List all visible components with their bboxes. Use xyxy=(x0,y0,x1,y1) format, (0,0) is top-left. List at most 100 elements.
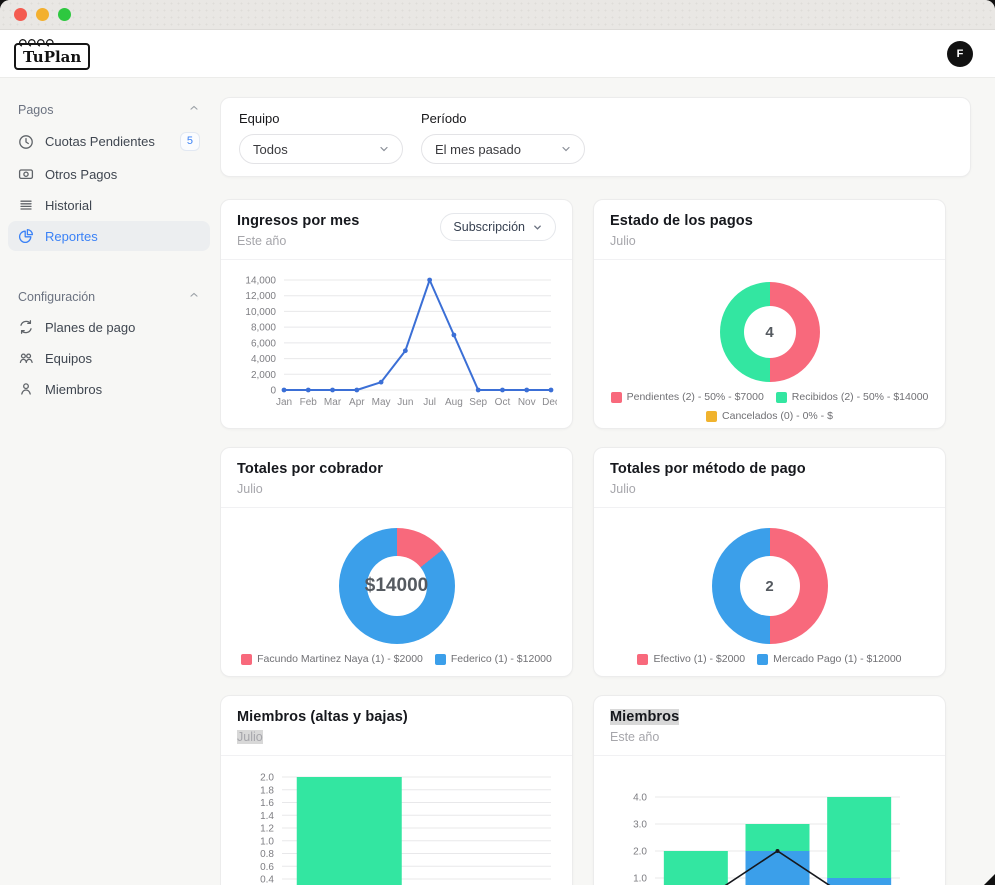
periodo-label: Período xyxy=(421,111,585,126)
sidebar-item-label: Otros Pagos xyxy=(45,167,117,182)
chevron-down-icon xyxy=(560,143,572,155)
svg-text:1.0: 1.0 xyxy=(633,874,647,885)
card-title: Totales por cobrador xyxy=(237,461,383,477)
card-subtitle: Este año xyxy=(237,234,359,248)
legend-item: Cancelados (0) - 0% - $ xyxy=(706,410,833,422)
periodo-field: Período El mes pasado xyxy=(421,111,585,163)
periodo-select[interactable]: El mes pasado xyxy=(421,134,585,164)
clock-icon xyxy=(18,134,34,150)
legend-item: Facundo Martinez Naya (1) - $2000 xyxy=(241,653,423,665)
mouse-cursor xyxy=(982,872,995,885)
svg-text:2,000: 2,000 xyxy=(251,370,276,381)
card-miembros-altas-bajas: Miembros (altas y bajas) Julio 0.00.20.4… xyxy=(220,695,573,885)
svg-text:0.4: 0.4 xyxy=(260,875,274,885)
sidebar-item-label: Historial xyxy=(45,198,92,213)
svg-text:Dec: Dec xyxy=(542,397,557,408)
refresh-icon xyxy=(18,319,34,335)
card-miembros-este-ano: Miembros Este año 0.01.02.03.04.0 xyxy=(593,695,946,885)
legend-swatch xyxy=(776,392,787,403)
cobrador-donut-chart: $14000 xyxy=(339,528,455,644)
miembros-stacked-chart: 0.01.02.03.04.0 xyxy=(609,764,930,885)
sidebar-item-equipos[interactable]: Equipos xyxy=(8,343,210,373)
sidebar-item-historial[interactable]: Historial xyxy=(8,190,210,220)
subscription-dropdown[interactable]: Subscripción xyxy=(440,213,556,241)
sidebar-section-header[interactable]: Pagos xyxy=(8,96,210,123)
sidebar-item-label: Cuotas Pendientes xyxy=(45,134,155,149)
equipo-label: Equipo xyxy=(239,111,403,126)
sidebar-item-reportes[interactable]: Reportes xyxy=(8,221,210,251)
card-ingresos-por-mes: Ingresos por mes Este año Subscripción 0… xyxy=(220,199,573,429)
app-logo: TuPlan xyxy=(14,43,90,70)
card-subtitle: Julio xyxy=(237,482,383,496)
sidebar-section-pagos: Pagos Cuotas Pendientes 5 Otros Pagos Histor… xyxy=(8,96,210,251)
list-icon xyxy=(18,197,34,213)
sidebar-item-label: Planes de pago xyxy=(45,320,135,335)
card-subtitle: Julio xyxy=(610,234,753,248)
legend-item: Federico (1) - $12000 xyxy=(435,653,552,665)
legend-swatch xyxy=(435,654,446,665)
close-button[interactable] xyxy=(14,8,27,21)
equipo-select[interactable]: Todos xyxy=(239,134,403,164)
ingresos-line-chart: 02,0004,0006,0008,00010,00012,00014,000J… xyxy=(236,268,557,420)
legend-item: Mercado Pago (1) - $12000 xyxy=(757,653,901,665)
users-icon xyxy=(18,350,34,366)
legend-item: Pendientes (2) - 50% - $7000 xyxy=(611,391,764,403)
svg-text:1.6: 1.6 xyxy=(260,798,274,809)
svg-text:Apr: Apr xyxy=(349,397,365,408)
sidebar-item-miembros[interactable]: Miembros xyxy=(8,374,210,404)
logo-text: TuPlan xyxy=(23,48,81,66)
legend-item: Recibidos (2) - 50% - $14000 xyxy=(776,391,929,403)
svg-text:May: May xyxy=(372,397,391,408)
sidebar-item-otros-pagos[interactable]: Otros Pagos xyxy=(8,159,210,189)
svg-text:Feb: Feb xyxy=(300,397,318,408)
legend-swatch xyxy=(611,392,622,403)
sidebar-section-label: Configuración xyxy=(18,290,95,304)
card-subtitle: Julio xyxy=(237,730,263,744)
svg-text:1.8: 1.8 xyxy=(260,785,274,796)
altas-bajas-bar-chart: 0.00.20.40.60.81.01.21.41.61.82.0 xyxy=(236,764,557,885)
donut-center-value: $14000 xyxy=(365,575,428,597)
svg-text:Jun: Jun xyxy=(397,397,413,408)
svg-text:Nov: Nov xyxy=(518,397,536,408)
chevron-down-icon xyxy=(378,143,390,155)
equipo-value: Todos xyxy=(253,142,288,157)
svg-text:4,000: 4,000 xyxy=(251,354,276,365)
card-title: Ingresos por mes xyxy=(237,213,359,229)
sidebar-item-label: Reportes xyxy=(45,229,98,244)
avatar-initial: F xyxy=(957,48,964,60)
pending-count-badge: 5 xyxy=(180,132,200,151)
svg-text:6,000: 6,000 xyxy=(251,338,276,349)
legend-label: Pendientes (2) - 50% - $7000 xyxy=(627,391,764,403)
card-subtitle: Julio xyxy=(610,482,806,496)
svg-text:Aug: Aug xyxy=(445,397,463,408)
svg-text:10,000: 10,000 xyxy=(245,307,276,318)
app-window: TuPlan F Pagos Cuotas Pendientes 5 Otros Pa… xyxy=(0,0,995,885)
minimize-button[interactable] xyxy=(36,8,49,21)
legend-swatch xyxy=(241,654,252,665)
sidebar-item-cuotas-pendientes[interactable]: Cuotas Pendientes 5 xyxy=(8,125,210,158)
maximize-button[interactable] xyxy=(58,8,71,21)
svg-text:4.0: 4.0 xyxy=(633,793,647,804)
donut-center-value: 4 xyxy=(765,324,773,341)
donut-center-value: 2 xyxy=(765,578,773,595)
spiral-binding-icon xyxy=(19,36,61,48)
main-content: Equipo Todos Período El mes pasado xyxy=(220,78,995,885)
svg-text:1.0: 1.0 xyxy=(260,836,274,847)
legend-label: Recibidos (2) - 50% - $14000 xyxy=(792,391,929,403)
user-avatar[interactable]: F xyxy=(947,41,973,67)
card-title: Totales por método de pago xyxy=(610,461,806,477)
sidebar-item-planes-de-pago[interactable]: Planes de pago xyxy=(8,312,210,342)
card-title: Estado de los pagos xyxy=(610,213,753,229)
card-totales-cobrador: Totales por cobrador Julio $14000 Facund… xyxy=(220,447,573,677)
estado-legend: Pendientes (2) - 50% - $7000 Recibidos (2… xyxy=(610,391,929,422)
legend-label: Efectivo (1) - $2000 xyxy=(653,653,745,665)
svg-text:0.6: 0.6 xyxy=(260,862,274,873)
chevron-up-icon xyxy=(188,289,200,304)
legend-label: Cancelados (0) - 0% - $ xyxy=(722,410,833,422)
sidebar-section-header[interactable]: Configuración xyxy=(8,283,210,310)
card-subtitle: Este año xyxy=(610,730,679,744)
svg-text:1.2: 1.2 xyxy=(260,824,274,835)
chevron-down-icon xyxy=(532,222,543,233)
user-icon xyxy=(18,381,34,397)
pie-icon xyxy=(18,228,34,244)
